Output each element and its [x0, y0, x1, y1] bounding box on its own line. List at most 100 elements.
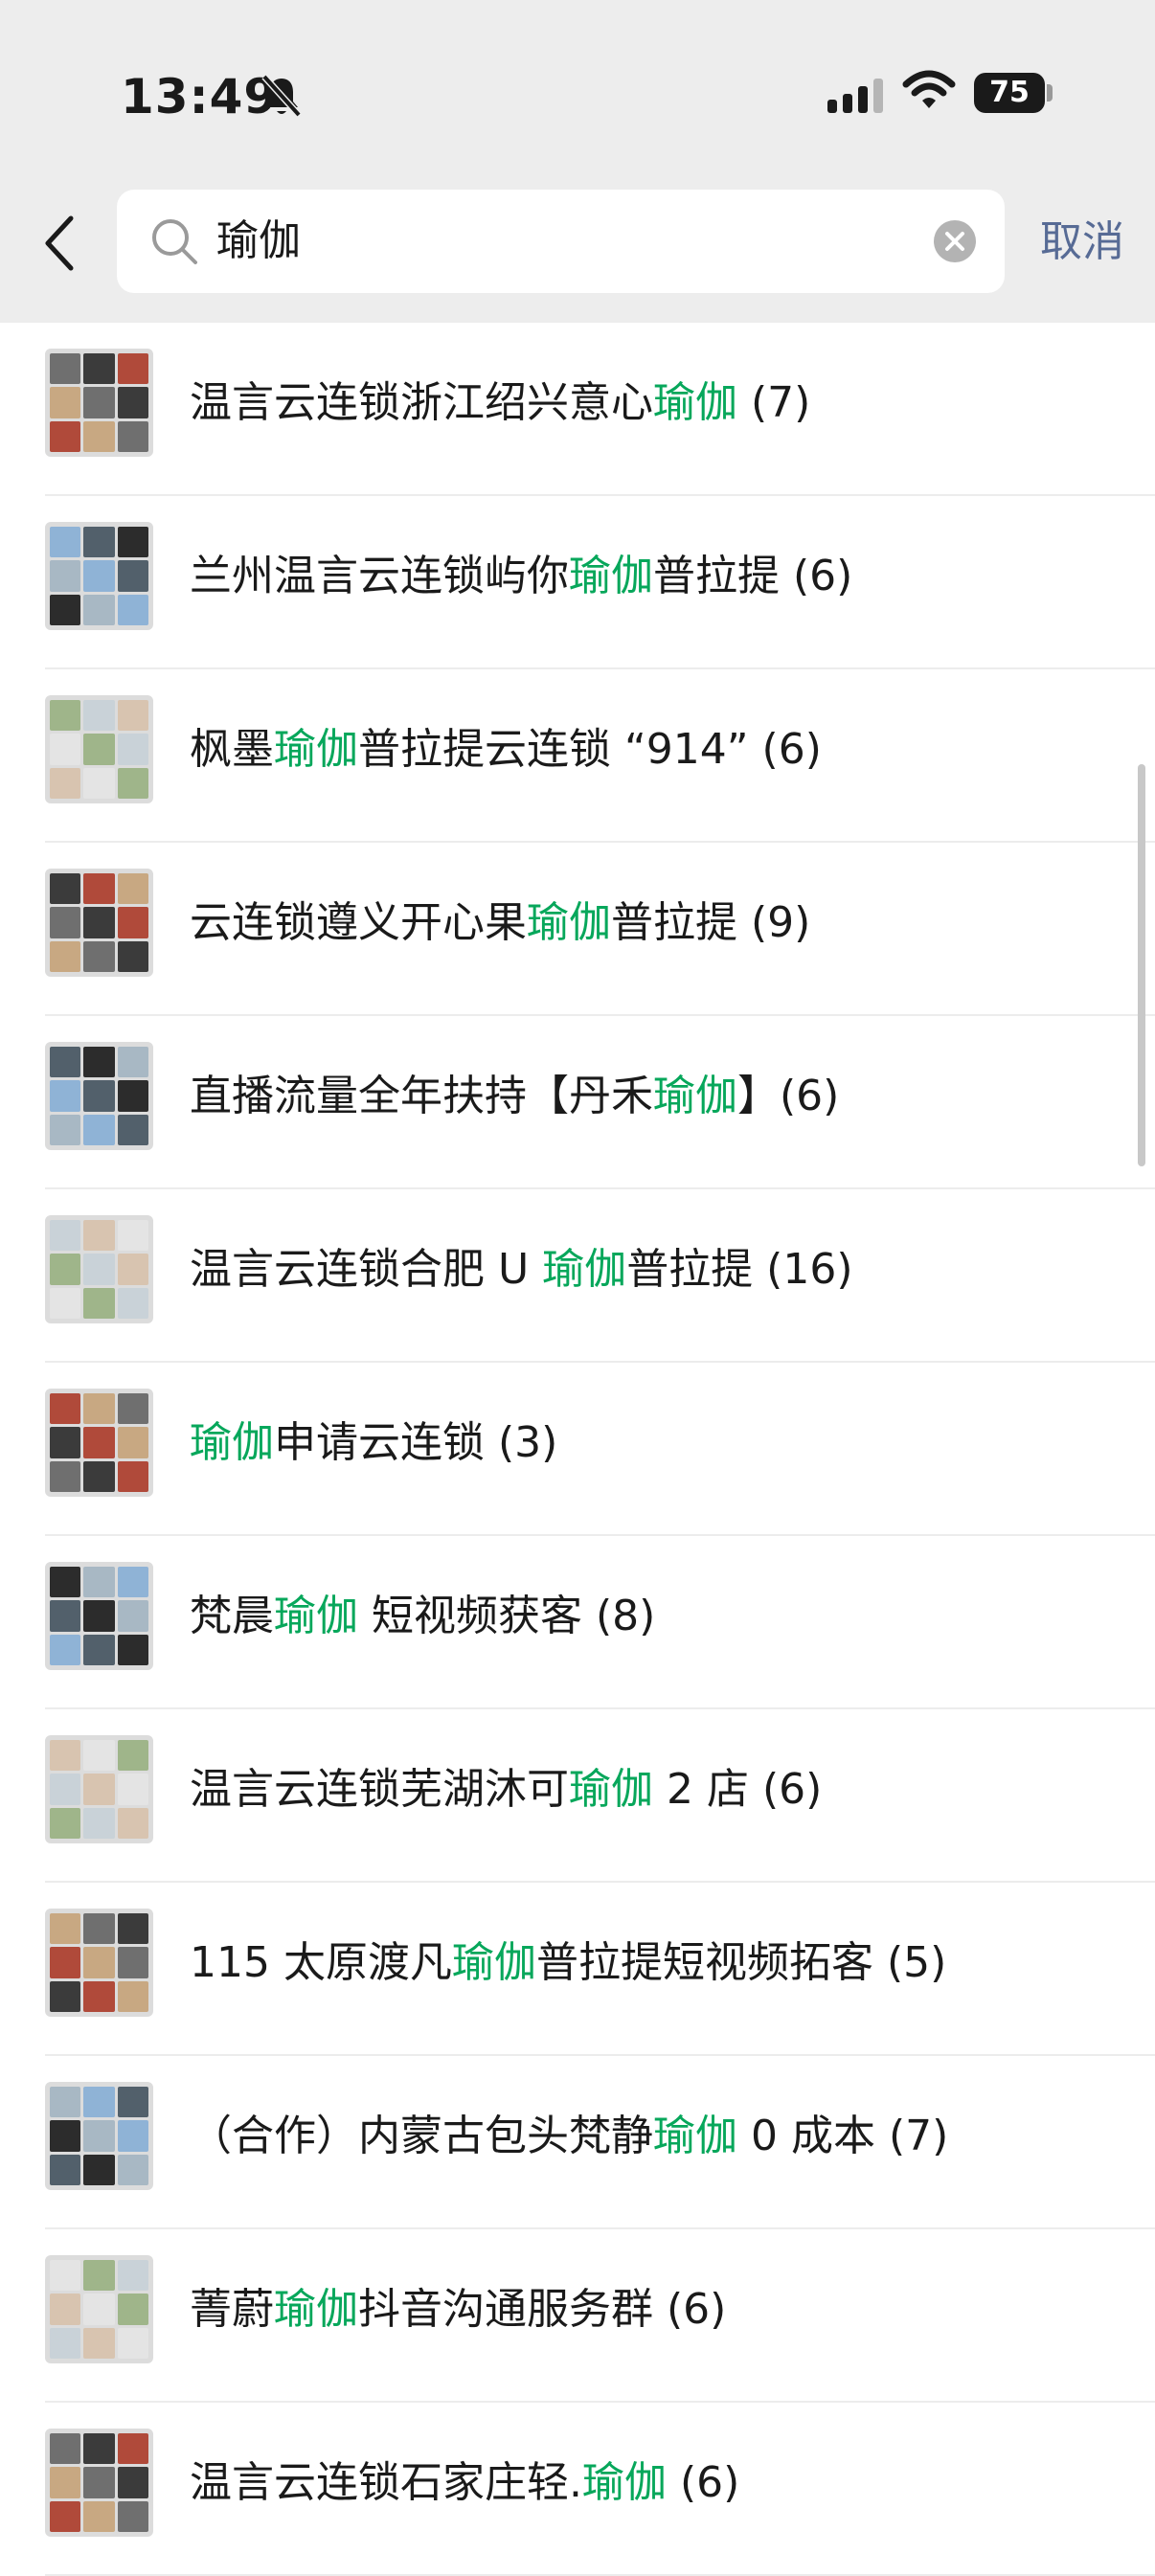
group-avatar — [45, 1735, 153, 1843]
group-name: 云连锁遵义开心果瑜伽普拉提 (9) — [190, 887, 810, 960]
avatar-tile — [117, 1047, 148, 1078]
avatar-tile — [117, 2327, 148, 2359]
avatar-tile — [50, 2433, 81, 2465]
list-item[interactable]: 温言云连锁芜湖沐可瑜伽 2 店 (6) — [0, 1709, 1155, 1883]
row-after: 普拉提云连锁 “914” (6) — [358, 725, 822, 774]
group-avatar — [45, 1389, 153, 1497]
avatar-tile — [117, 1114, 148, 1145]
group-avatar — [45, 869, 153, 977]
list-item[interactable]: 温言云连锁石家庄轻.瑜伽 (6) — [0, 2403, 1155, 2576]
avatar-tile — [83, 1740, 115, 1772]
avatar-tile — [117, 1080, 148, 1112]
list-item[interactable]: （合作）内蒙古包头梵静瑜伽 0 成本 (7) — [0, 2056, 1155, 2229]
row-match: 瑜伽 — [653, 378, 737, 427]
avatar-tile — [117, 594, 148, 625]
avatar-tile — [83, 594, 115, 625]
row-match: 瑜伽 — [653, 1072, 737, 1120]
avatar-tile — [83, 560, 115, 592]
avatar-tile — [117, 2154, 148, 2185]
row-match: 瑜伽 — [569, 1765, 653, 1814]
row-after: (7) — [737, 378, 811, 427]
avatar-tile — [83, 2154, 115, 2185]
clear-icon[interactable] — [934, 220, 976, 262]
row-before: 菁蔚 — [190, 2285, 274, 2334]
chevron-left-icon[interactable] — [40, 213, 79, 274]
avatar-tile — [83, 700, 115, 732]
group-avatar — [45, 1042, 153, 1150]
group-avatar — [45, 2429, 153, 2537]
row-match: 瑜伽 — [527, 898, 611, 947]
row-before: 温言云连锁石家庄轻. — [190, 2458, 582, 2507]
avatar-tile — [117, 907, 148, 938]
avatar-tile — [83, 1114, 115, 1145]
avatar-tile — [83, 2433, 115, 2465]
avatar-tile — [117, 2433, 148, 2465]
row-match: 瑜伽 — [190, 1418, 274, 1467]
row-after: 】(6) — [737, 1072, 840, 1120]
avatar-tile — [117, 1460, 148, 1492]
list-item[interactable]: 瑜伽申请云连锁 (3) — [0, 1363, 1155, 1536]
group-name: 温言云连锁浙江绍兴意心瑜伽 (7) — [190, 367, 810, 440]
avatar-tile — [50, 420, 81, 452]
avatar-tile — [117, 387, 148, 418]
search-bar[interactable]: 瑜伽 — [117, 190, 1005, 293]
scrollbar[interactable] — [1138, 764, 1145, 1166]
list-item[interactable]: 云连锁遵义开心果瑜伽普拉提 (9) — [0, 843, 1155, 1016]
list-item[interactable]: 115 太原渡凡瑜伽普拉提短视频拓客 (5) — [0, 1883, 1155, 2056]
avatar-tile — [117, 1634, 148, 1665]
row-match: 瑜伽 — [569, 552, 653, 600]
group-name: 菁蔚瑜伽抖音沟通服务群 (6) — [190, 2273, 726, 2346]
avatar-tile — [50, 1947, 81, 1978]
group-name: 兰州温言云连锁屿你瑜伽普拉提 (6) — [190, 540, 852, 613]
list-item[interactable]: 兰州温言云连锁屿你瑜伽普拉提 (6) — [0, 496, 1155, 669]
avatar-tile — [117, 527, 148, 558]
avatar-tile — [50, 1600, 81, 1632]
list-item[interactable]: 梵晨瑜伽 短视频获客 (8) — [0, 1536, 1155, 1709]
row-after: 申请云连锁 (3) — [274, 1418, 558, 1467]
row-before: 直播流量全年扶持【丹禾 — [190, 1072, 653, 1120]
avatar-tile — [83, 734, 115, 765]
battery-icon: 75 — [974, 73, 1045, 113]
avatar-tile — [117, 734, 148, 765]
row-before: 兰州温言云连锁屿你 — [190, 552, 569, 600]
cancel-button[interactable]: 取消 — [1040, 211, 1124, 274]
avatar-tile — [83, 2327, 115, 2359]
group-avatar — [45, 1909, 153, 2017]
avatar-tile — [117, 1287, 148, 1319]
row-after: 普拉提 (9) — [611, 898, 811, 947]
group-name: 115 太原渡凡瑜伽普拉提短视频拓客 (5) — [190, 1927, 946, 2000]
group-name: 枫墨瑜伽普拉提云连锁 “914” (6) — [190, 713, 822, 786]
search-results-list: 温言云连锁浙江绍兴意心瑜伽 (7) 兰州温言云连锁屿你瑜伽普拉提 (6) 枫墨瑜伽普… — [0, 323, 1155, 2576]
avatar-tile — [117, 873, 148, 905]
group-name: （合作）内蒙古包头梵静瑜伽 0 成本 (7) — [190, 2100, 948, 2173]
avatar-tile — [117, 2260, 148, 2292]
bell-slash-icon — [261, 74, 302, 118]
avatar-tile — [50, 1393, 81, 1425]
group-name: 梵晨瑜伽 短视频获客 (8) — [190, 1580, 655, 1653]
avatar-tile — [50, 1080, 81, 1112]
list-item[interactable]: 菁蔚瑜伽抖音沟通服务群 (6) — [0, 2229, 1155, 2403]
list-item[interactable]: 枫墨瑜伽普拉提云连锁 “914” (6) — [0, 669, 1155, 843]
avatar-tile — [50, 1740, 81, 1772]
row-before: 枫墨 — [190, 725, 274, 774]
avatar-tile — [83, 2467, 115, 2498]
avatar-tile — [50, 2327, 81, 2359]
avatar-tile — [50, 2154, 81, 2185]
avatar-tile — [83, 1600, 115, 1632]
avatar-tile — [50, 734, 81, 765]
top-bar: 13:49 75 瑜伽 取消 — [0, 0, 1155, 323]
avatar-tile — [50, 700, 81, 732]
group-name: 温言云连锁石家庄轻.瑜伽 (6) — [190, 2447, 739, 2520]
avatar-tile — [50, 2294, 81, 2325]
avatar-tile — [50, 2467, 81, 2498]
avatar-tile — [83, 1080, 115, 1112]
search-input[interactable]: 瑜伽 — [216, 190, 301, 293]
battery-cap — [1047, 84, 1053, 102]
list-item[interactable]: 温言云连锁浙江绍兴意心瑜伽 (7) — [0, 323, 1155, 496]
avatar-tile — [83, 387, 115, 418]
list-item[interactable]: 温言云连锁合肥 U 瑜伽普拉提 (16) — [0, 1189, 1155, 1363]
row-match: 瑜伽 — [542, 1245, 627, 1294]
avatar-tile — [117, 1427, 148, 1458]
avatar-tile — [50, 527, 81, 558]
list-item[interactable]: 直播流量全年扶持【丹禾瑜伽】(6) — [0, 1016, 1155, 1189]
